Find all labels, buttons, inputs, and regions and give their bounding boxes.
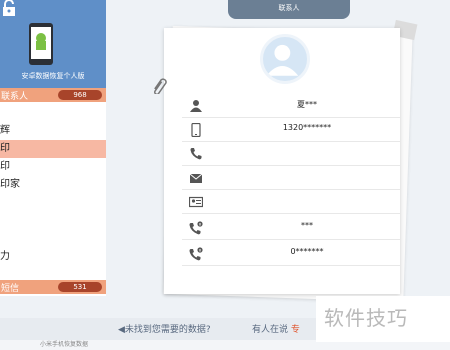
contact-list-item[interactable]: 印家 bbox=[0, 176, 106, 194]
contact-mobile-row: 1320******* bbox=[182, 118, 400, 142]
contact-email-row bbox=[182, 166, 400, 190]
contact-list-item[interactable] bbox=[0, 212, 106, 230]
help-link[interactable]: 有人在说 专 bbox=[252, 322, 300, 335]
avatar-silhouette-icon bbox=[266, 44, 299, 76]
help-highlight: 专 bbox=[290, 325, 300, 335]
contact-extra-value-2: 0******* bbox=[290, 247, 324, 256]
contacts-count-badge: 968 bbox=[58, 90, 102, 100]
contact-mobile-value: 1320******* bbox=[282, 123, 332, 132]
watermark-text: 软件技巧 bbox=[324, 306, 408, 330]
sms-section-label: 短信 bbox=[1, 284, 20, 294]
paperclip-icon bbox=[154, 78, 167, 94]
contact-list-item-selected[interactable]: 印 bbox=[0, 140, 106, 158]
contact-list-item[interactable] bbox=[0, 230, 106, 248]
contacts-section-label: 联系人 bbox=[1, 92, 29, 102]
contact-address-row bbox=[182, 190, 400, 214]
not-found-text: 未找到您需要的数据? bbox=[124, 325, 211, 335]
contact-list-item[interactable] bbox=[0, 194, 106, 212]
not-found-link[interactable]: ◀未找到您需要的数据? bbox=[118, 322, 211, 335]
contact-phone-row bbox=[182, 142, 400, 166]
email-icon bbox=[189, 173, 203, 183]
person-icon bbox=[190, 100, 202, 112]
phone-icon bbox=[190, 148, 202, 160]
megaphone-icon: ◀ bbox=[118, 325, 125, 335]
watermark: 软件技巧 bbox=[316, 296, 450, 342]
sidebar: 安卓数据恢复个人版 联系人 968 辉 印 印 印家 力 短信 531 bbox=[0, 0, 106, 296]
contact-extra-row-2: 0******* bbox=[182, 242, 400, 266]
avatar bbox=[260, 34, 310, 84]
sms-count-badge: 531 bbox=[58, 282, 102, 292]
contact-list-item[interactable] bbox=[0, 104, 106, 122]
app-banner: 安卓数据恢复个人版 bbox=[0, 0, 106, 88]
contact-list: 辉 印 印 印家 力 bbox=[0, 104, 106, 266]
contact-extra-row-1: *** bbox=[182, 216, 400, 240]
contact-card: 夏*** 1320******* *** 0******* bbox=[164, 28, 400, 294]
lock-icon[interactable] bbox=[1, 0, 17, 16]
mobile-icon bbox=[191, 123, 201, 137]
bottom-row-text: 小米手机恢复数据 bbox=[40, 341, 89, 348]
contacts-section-header[interactable]: 联系人 968 bbox=[0, 88, 106, 102]
contact-name-value: 夏*** bbox=[297, 100, 317, 109]
contact-list-item[interactable]: 辉 bbox=[0, 122, 106, 140]
page-title: 联系人 bbox=[228, 0, 350, 19]
phone-info-icon bbox=[189, 221, 203, 235]
banner-title: 安卓数据恢复个人版 bbox=[21, 72, 85, 80]
contact-list-item[interactable]: 力 bbox=[0, 248, 106, 266]
contact-extra-value-1: *** bbox=[301, 221, 313, 230]
contact-list-item[interactable]: 印 bbox=[0, 158, 106, 176]
contact-name-row: 夏*** bbox=[182, 94, 400, 118]
phone-info-icon bbox=[189, 247, 203, 261]
android-phone-icon bbox=[29, 23, 53, 65]
contact-card-icon bbox=[189, 196, 203, 208]
sms-section-header[interactable]: 短信 531 bbox=[0, 280, 106, 294]
help-text: 有人在说 bbox=[252, 325, 289, 335]
